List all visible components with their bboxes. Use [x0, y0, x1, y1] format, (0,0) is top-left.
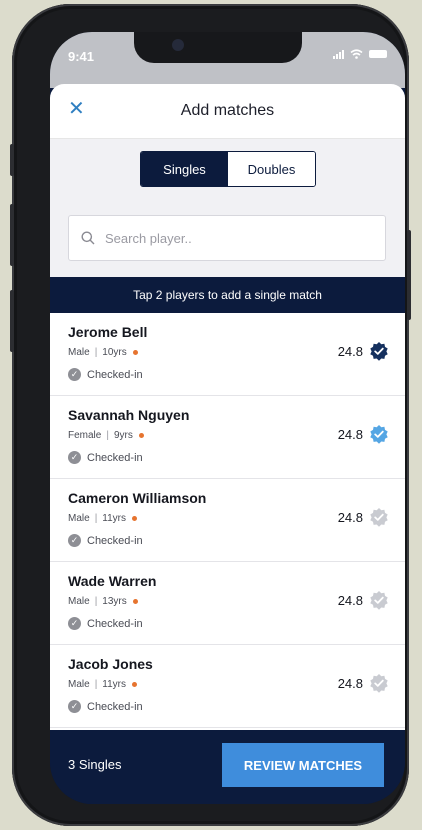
player-rating: 24.8 — [337, 676, 363, 691]
notch — [134, 32, 302, 63]
player-row[interactable]: Wade Warren Male | 13yrs ✓ Checked-in 24… — [50, 562, 405, 645]
wifi-icon — [350, 49, 363, 59]
sheet-header: ✕ Add matches — [50, 84, 405, 139]
player-name: Wade Warren — [68, 573, 157, 589]
player-meta: Male | 13yrs — [68, 596, 138, 607]
match-type-segmented-control: Singles Doubles — [140, 151, 316, 187]
status-dot — [138, 433, 144, 438]
checkin-label: Checked-in — [87, 534, 143, 547]
battery-icon — [369, 50, 387, 58]
bottom-bar: 3 Singles REVIEW MATCHES — [50, 730, 405, 804]
add-matches-sheet: ✕ Add matches Singles Doubles Tap — [50, 84, 405, 730]
instruction-banner: Tap 2 players to add a single match — [50, 277, 405, 313]
status-time: 9:41 — [68, 49, 95, 64]
meta-divider: | — [94, 513, 98, 524]
page-title: Add matches — [180, 102, 275, 119]
player-rating: 24.8 — [337, 427, 363, 442]
search-input[interactable] — [103, 229, 347, 247]
volume-down-button — [10, 290, 14, 352]
verified-badge-icon — [370, 674, 388, 693]
player-list: Jerome Bell Male | 10yrs ✓ Checked-in 24… — [50, 313, 405, 728]
meta-divider: | — [106, 430, 109, 441]
tab-doubles[interactable]: Doubles — [228, 152, 315, 186]
verified-badge-icon — [370, 425, 388, 444]
player-meta: Male | 11yrs — [68, 679, 138, 690]
player-gender: Female — [68, 430, 102, 441]
status-icons — [333, 49, 387, 59]
mute-switch — [10, 144, 14, 176]
player-age: 11yrs — [102, 679, 127, 690]
player-gender: Male — [68, 347, 90, 358]
player-gender: Male — [68, 679, 90, 690]
verified-badge-icon — [370, 591, 388, 610]
signal-icon — [333, 49, 344, 59]
verified-badge-icon — [370, 508, 388, 527]
checkin-status: ✓ Checked-in — [68, 617, 143, 630]
check-circle-icon: ✓ — [68, 451, 81, 464]
search-area — [50, 199, 405, 277]
camera-icon — [172, 39, 184, 51]
player-age: 13yrs — [102, 596, 127, 607]
volume-up-button — [10, 204, 14, 266]
singles-count: 3 Singles — [68, 757, 122, 772]
phone-frame: 9:41 ✕ Add matches Singles Doubles Searc… — [10, 4, 411, 826]
checkin-status: ✓ Checked-in — [68, 451, 143, 464]
player-age: 10yrs — [102, 347, 127, 358]
player-row[interactable]: Savannah Nguyen Female | 9yrs ✓ Checked-… — [50, 396, 405, 479]
screen: 9:41 ✕ Add matches Singles Doubles Searc… — [50, 32, 405, 804]
checkin-label: Checked-in — [87, 617, 143, 630]
player-age: 9yrs — [113, 430, 133, 441]
power-button — [407, 230, 411, 320]
checkin-label: Checked-in — [87, 700, 143, 713]
check-circle-icon: ✓ — [68, 534, 81, 547]
player-age: 11yrs — [102, 513, 127, 524]
player-row[interactable]: Jerome Bell Male | 10yrs ✓ Checked-in 24… — [50, 313, 405, 396]
status-dot — [132, 682, 138, 687]
player-name: Savannah Nguyen — [68, 407, 190, 423]
player-gender: Male — [68, 596, 90, 607]
player-rating: 24.8 — [337, 593, 363, 608]
meta-divider: | — [94, 347, 98, 358]
check-circle-icon: ✓ — [68, 700, 81, 713]
status-dot — [132, 350, 138, 355]
player-meta: Female | 9yrs — [68, 430, 144, 441]
player-rating: 24.8 — [337, 510, 363, 525]
status-bar: 9:41 — [50, 32, 405, 88]
player-meta: Male | 11yrs — [68, 513, 138, 524]
checkin-label: Checked-in — [87, 368, 143, 381]
search-icon — [81, 231, 95, 245]
player-meta: Male | 10yrs — [68, 347, 138, 358]
meta-divider: | — [94, 679, 98, 690]
player-name: Jacob Jones — [68, 656, 153, 672]
player-name: Cameron Williamson — [68, 490, 207, 506]
search-box[interactable] — [68, 215, 386, 261]
checkin-label: Checked-in — [87, 451, 143, 464]
meta-divider: | — [94, 596, 98, 607]
player-rating: 24.8 — [337, 344, 363, 359]
status-dot — [132, 599, 138, 604]
status-dot — [132, 516, 138, 521]
player-name: Jerome Bell — [68, 324, 148, 340]
player-row[interactable]: Jacob Jones Male | 11yrs ✓ Checked-in 24… — [50, 645, 405, 728]
verified-badge-icon — [370, 342, 388, 361]
check-circle-icon: ✓ — [68, 617, 81, 630]
review-matches-button[interactable]: REVIEW MATCHES — [222, 743, 384, 787]
checkin-status: ✓ Checked-in — [68, 368, 143, 381]
tab-singles[interactable]: Singles — [141, 152, 228, 186]
checkin-status: ✓ Checked-in — [68, 534, 143, 547]
player-row[interactable]: Cameron Williamson Male | 11yrs ✓ Checke… — [50, 479, 405, 562]
match-type-toggle-area: Singles Doubles — [50, 139, 405, 199]
check-circle-icon: ✓ — [68, 368, 81, 381]
player-gender: Male — [68, 513, 90, 524]
checkin-status: ✓ Checked-in — [68, 700, 143, 713]
